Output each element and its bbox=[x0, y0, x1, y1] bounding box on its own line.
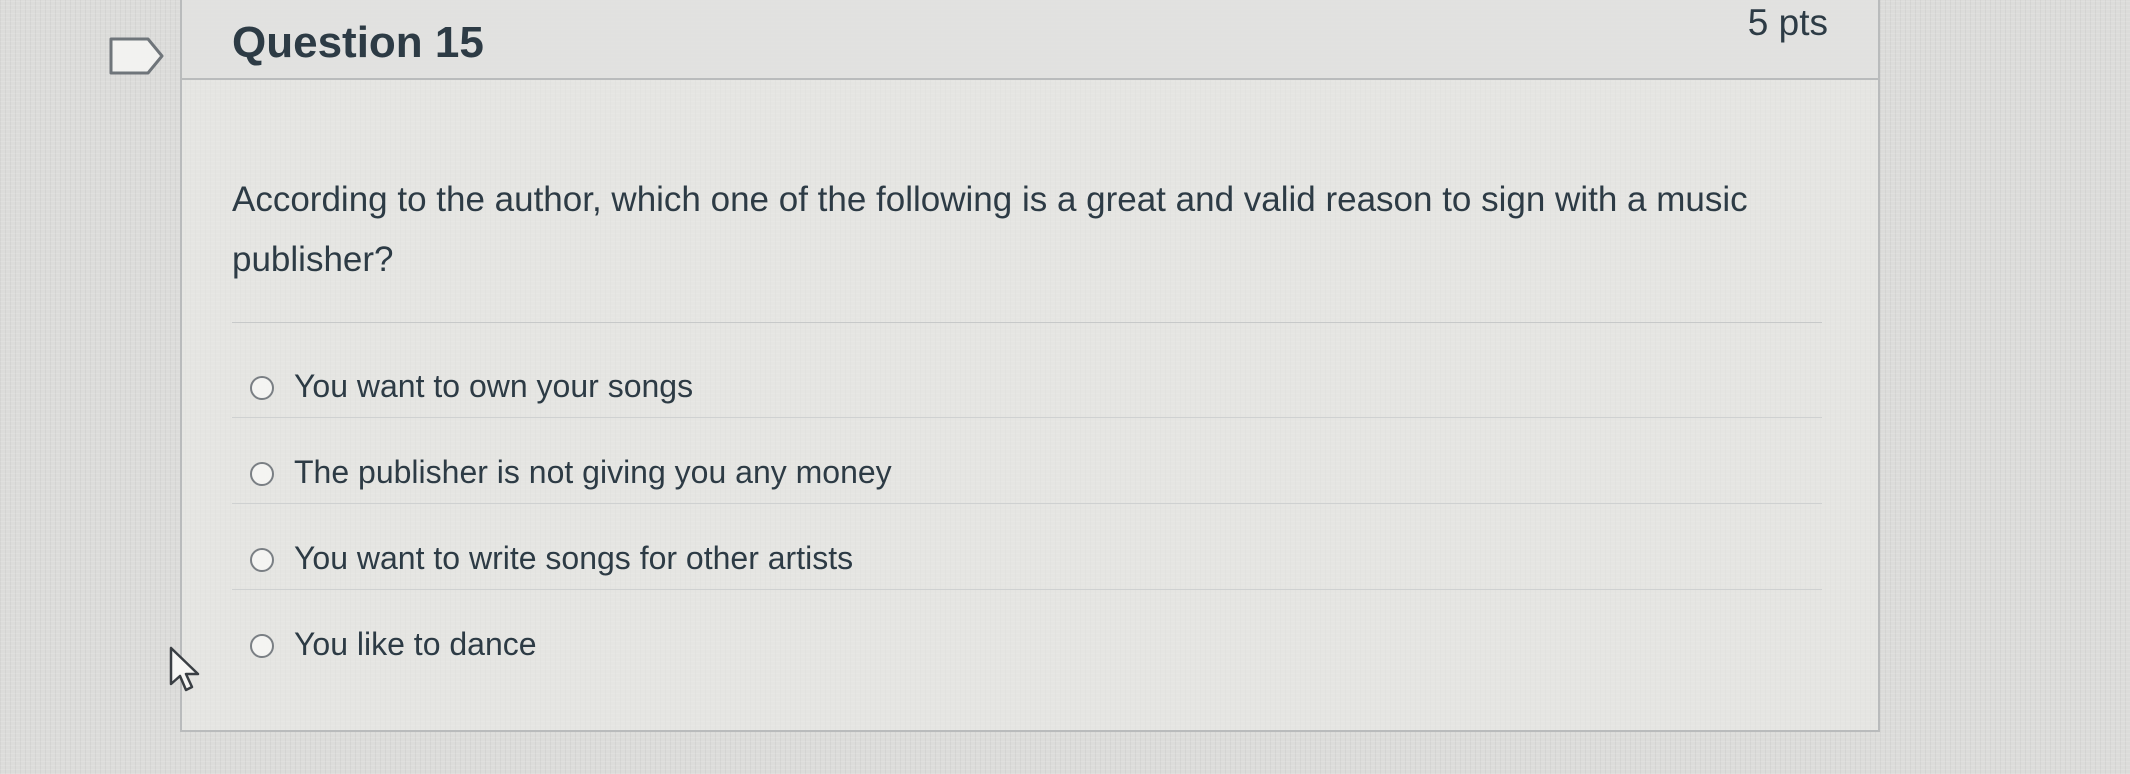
answer-option[interactable]: You like to dance bbox=[232, 590, 1822, 676]
radio-button[interactable] bbox=[250, 634, 274, 658]
answer-label[interactable]: You like to dance bbox=[294, 624, 537, 664]
answer-option[interactable]: You want to own your songs bbox=[232, 332, 1822, 418]
answer-label[interactable]: You want to own your songs bbox=[294, 366, 693, 406]
answer-list: You want to own your songs The publisher… bbox=[232, 332, 1822, 676]
mouse-pointer-icon bbox=[168, 646, 202, 694]
question-header: Question 15 5 pts bbox=[182, 0, 1878, 80]
radio-button[interactable] bbox=[250, 462, 274, 486]
question-card: Question 15 5 pts According to the autho… bbox=[180, 0, 1880, 732]
points-value: 5 pts bbox=[1747, 2, 1828, 43]
answer-option[interactable]: The publisher is not giving you any mone… bbox=[232, 418, 1822, 504]
question-title: Question 15 bbox=[232, 18, 484, 67]
question-text: According to the author, which one of th… bbox=[232, 180, 1748, 279]
answers-divider bbox=[232, 322, 1822, 323]
answer-label[interactable]: The publisher is not giving you any mone… bbox=[294, 452, 892, 492]
flag-question-icon[interactable] bbox=[108, 36, 168, 76]
radio-button[interactable] bbox=[250, 376, 274, 400]
answer-option[interactable]: You want to write songs for other artist… bbox=[232, 504, 1822, 590]
radio-button[interactable] bbox=[250, 548, 274, 572]
answer-label[interactable]: You want to write songs for other artist… bbox=[294, 538, 853, 578]
